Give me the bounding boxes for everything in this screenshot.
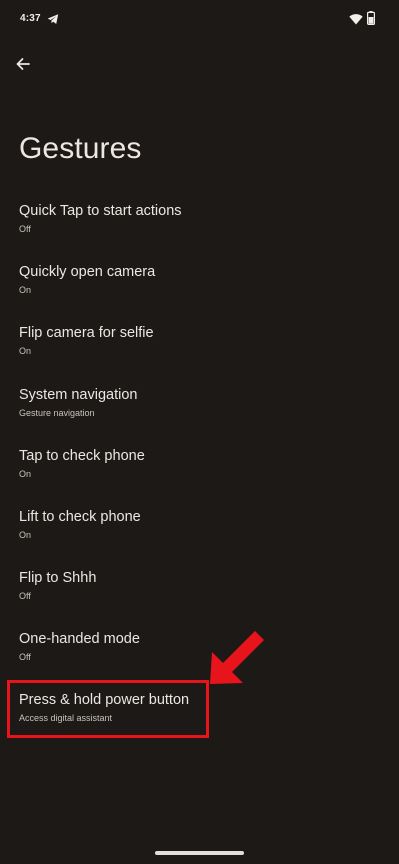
wifi-icon xyxy=(349,14,363,25)
status-time: 4:37 xyxy=(20,13,41,24)
arrow-left-icon xyxy=(16,58,30,70)
back-button[interactable] xyxy=(11,52,35,76)
setting-title: Quickly open camera xyxy=(19,264,156,280)
gesture-navigation-handle[interactable] xyxy=(155,851,244,855)
setting-summary: On xyxy=(19,285,32,295)
setting-summary: Off xyxy=(19,224,31,234)
setting-summary: On xyxy=(19,469,32,479)
page-title: Gestures xyxy=(19,132,142,165)
setting-title: Quick Tap to start actions xyxy=(19,203,182,219)
setting-summary: Off xyxy=(19,652,31,662)
setting-title: Lift to check phone xyxy=(19,509,141,525)
setting-title: Flip to Shhh xyxy=(19,570,97,586)
setting-flip-camera-selfie[interactable]: Flip camera for selfie On xyxy=(0,317,399,378)
setting-title: Flip camera for selfie xyxy=(19,325,154,341)
setting-summary: Access digital assistant xyxy=(19,713,113,723)
setting-system-navigation[interactable]: System navigation Gesture navigation xyxy=(0,379,399,440)
setting-press-hold-power-button[interactable]: Press & hold power button Access digital… xyxy=(0,684,399,745)
telegram-icon xyxy=(47,14,59,24)
setting-title: System navigation xyxy=(19,387,138,403)
setting-title: One-handed mode xyxy=(19,631,140,647)
battery-icon xyxy=(367,11,375,25)
setting-summary: Off xyxy=(19,591,31,601)
setting-quickly-open-camera[interactable]: Quickly open camera On xyxy=(0,256,399,317)
setting-summary: Gesture navigation xyxy=(19,408,95,418)
setting-one-handed-mode[interactable]: One-handed mode Off xyxy=(0,623,399,684)
setting-tap-to-check-phone[interactable]: Tap to check phone On xyxy=(0,440,399,501)
setting-title: Tap to check phone xyxy=(19,448,145,464)
setting-summary: On xyxy=(19,530,32,540)
setting-quick-tap[interactable]: Quick Tap to start actions Off xyxy=(0,195,399,256)
setting-summary: On xyxy=(19,346,32,356)
setting-title: Press & hold power button xyxy=(19,692,190,708)
status-bar: 4:37 xyxy=(0,0,399,40)
gestures-screen: 4:37 Gestures Quick Tap to start actions… xyxy=(0,0,399,864)
setting-lift-to-check-phone[interactable]: Lift to check phone On xyxy=(0,501,399,562)
setting-flip-to-shhh[interactable]: Flip to Shhh Off xyxy=(0,562,399,623)
